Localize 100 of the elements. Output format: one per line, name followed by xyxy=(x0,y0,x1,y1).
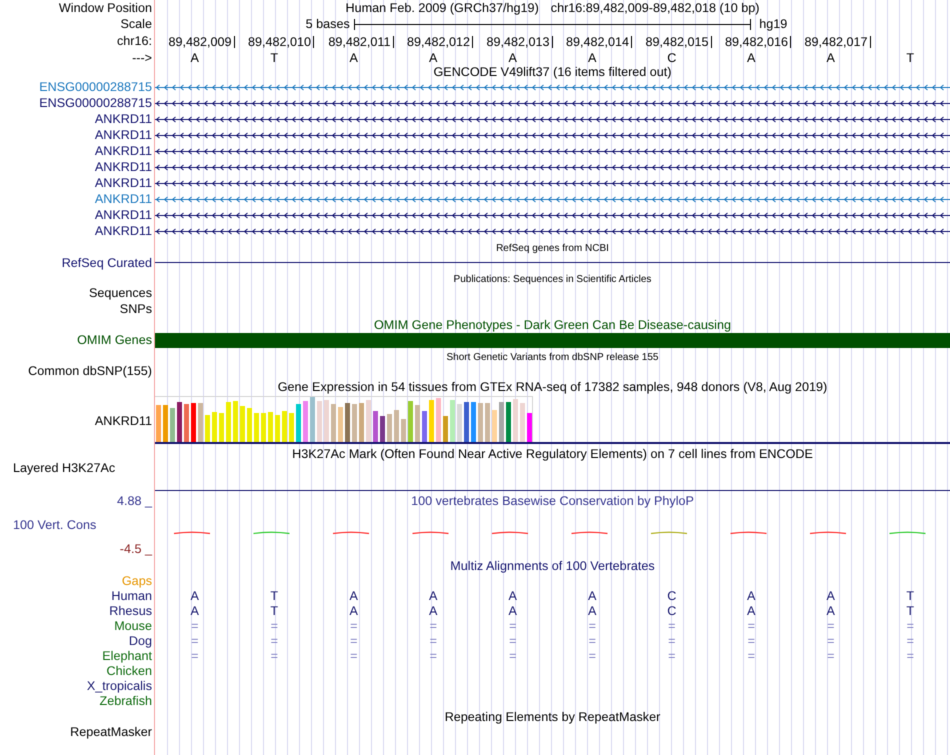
expression-bar xyxy=(296,404,301,442)
aligned-base: A xyxy=(190,589,199,603)
expression-bar xyxy=(394,410,399,442)
expression-bar xyxy=(240,406,245,442)
aligned-base: = xyxy=(906,634,914,648)
aligned-base: = xyxy=(748,649,755,663)
base-letter: A xyxy=(747,51,756,65)
aligned-base: A xyxy=(826,589,835,603)
aligned-base: = xyxy=(350,634,358,648)
base-letter: A xyxy=(350,51,358,65)
aligned-base: A xyxy=(508,589,517,603)
base-letter: A xyxy=(826,51,835,65)
species-label: Rhesus xyxy=(109,604,152,618)
aligned-base: = xyxy=(270,619,278,633)
conservation-mark xyxy=(174,532,210,534)
conservation-mark xyxy=(810,532,846,534)
aligned-base: = xyxy=(748,619,755,633)
base-letter: A xyxy=(508,51,517,65)
expression-bar xyxy=(345,403,350,442)
gene-label[interactable]: ANKRD11 xyxy=(94,144,152,158)
expression-bar xyxy=(310,397,315,442)
gene-feature[interactable] xyxy=(155,180,950,186)
base-letter: A xyxy=(588,51,596,65)
track-title: H3K27Ac Mark (Often Found Near Active Regulatory Elements) on 7 cell lines from ENCODE xyxy=(292,447,813,461)
gene-feature[interactable] xyxy=(155,228,950,234)
track-title: Gene Expression in 54 tissues from GTEx RNA-seq of 17382 samples, 948 donors (V8, Aug 2019) xyxy=(278,380,828,394)
gene-feature[interactable] xyxy=(155,148,950,154)
gene-label[interactable]: ANKRD11 xyxy=(94,160,152,174)
expression-bar xyxy=(499,402,504,442)
gene-label[interactable]: ANKRD11 xyxy=(94,224,152,238)
gene-feature[interactable] xyxy=(155,100,950,106)
expression-bar xyxy=(422,411,427,442)
expression-bar xyxy=(268,412,273,442)
expression-bar xyxy=(429,400,434,442)
aligned-base: = xyxy=(509,634,516,648)
aligned-base: A xyxy=(747,589,756,603)
aligned-base: A xyxy=(826,604,835,618)
expression-bar xyxy=(282,411,287,442)
expression-bar xyxy=(170,408,175,442)
gene-feature[interactable] xyxy=(155,164,950,170)
conservation-mark xyxy=(332,532,370,534)
gene-label[interactable]: ANKRD11 xyxy=(94,176,152,190)
gene-feature[interactable] xyxy=(155,212,950,218)
track-label: RepeatMasker xyxy=(70,725,152,739)
track-label: Scale xyxy=(120,17,152,31)
expression-bar xyxy=(506,402,511,442)
expression-bar xyxy=(366,400,371,442)
gene-label[interactable]: ANKRD11 xyxy=(94,128,152,142)
aligned-base: A xyxy=(747,604,756,618)
expression-bar xyxy=(324,400,329,442)
track-label: Window Position xyxy=(58,1,152,15)
track-title: Repeating Elements by RepeatMasker xyxy=(444,710,660,724)
gene-feature[interactable] xyxy=(155,132,950,138)
gene-label[interactable]: ANKRD11 xyxy=(94,208,152,222)
aligned-base: T xyxy=(906,604,914,618)
coordinate-label: 89,482,011 xyxy=(328,36,394,48)
aligned-base: = xyxy=(191,634,198,648)
aligned-base: = xyxy=(668,649,676,663)
coordinate-label: 89,482,014 xyxy=(566,36,632,48)
gene-label[interactable]: ANKRD11 xyxy=(94,192,152,206)
base-letter: A xyxy=(190,51,199,65)
axis-max-label: 4.88 _ xyxy=(116,494,152,508)
expression-bar xyxy=(303,401,308,442)
aligned-base: A xyxy=(429,604,438,618)
conservation-mark xyxy=(571,532,608,534)
aligned-base: = xyxy=(350,619,358,633)
expression-bar xyxy=(226,402,231,442)
gene-label[interactable]: ENSG00000288715 xyxy=(39,80,152,94)
aligned-base: A xyxy=(429,589,438,603)
conservation-mark xyxy=(412,532,449,534)
expression-bar xyxy=(219,413,224,442)
expression-bar xyxy=(457,404,462,442)
coordinate-label: 89,482,016 xyxy=(724,36,791,48)
expression-bar xyxy=(513,399,518,442)
gene-label[interactable]: RefSeq Curated xyxy=(62,256,152,270)
aligned-base: = xyxy=(748,634,755,648)
axis-min-label: -4.5 _ xyxy=(120,542,152,556)
track-label: Layered H3K27Ac xyxy=(13,461,116,475)
conservation-mark xyxy=(492,532,528,534)
gene-label[interactable]: ENSG00000288715 xyxy=(39,96,152,110)
aligned-base: = xyxy=(430,619,437,633)
expression-bar xyxy=(198,403,203,442)
position-range: chr16:89,482,009-89,482,018 (10 bp) xyxy=(550,0,760,16)
gene-label[interactable]: ANKRD11 xyxy=(94,112,152,126)
gene-feature[interactable] xyxy=(155,116,950,122)
track-label: chr16: xyxy=(116,34,152,48)
aligned-base: = xyxy=(430,634,437,648)
aligned-base: T xyxy=(270,589,278,603)
assembly-name: Human Feb. 2009 (GRCh37/hg19) xyxy=(346,0,539,16)
expression-bar xyxy=(485,403,490,442)
base-letter: T xyxy=(906,51,914,65)
track-title: GENCODE V49lift37 (16 items filtered out) xyxy=(434,65,672,79)
aligned-base: A xyxy=(190,604,199,618)
track-title: 100 vertebrates Basewise Conservation by PhyloP xyxy=(411,494,694,508)
expression-bar xyxy=(401,419,406,442)
scale-span-label: 5 bases xyxy=(306,17,350,31)
aligned-base: C xyxy=(667,589,676,603)
expression-bar xyxy=(408,401,413,442)
track-title: Short Genetic Variants from dbSNP release 155 xyxy=(446,352,658,363)
expression-bar xyxy=(177,402,182,442)
